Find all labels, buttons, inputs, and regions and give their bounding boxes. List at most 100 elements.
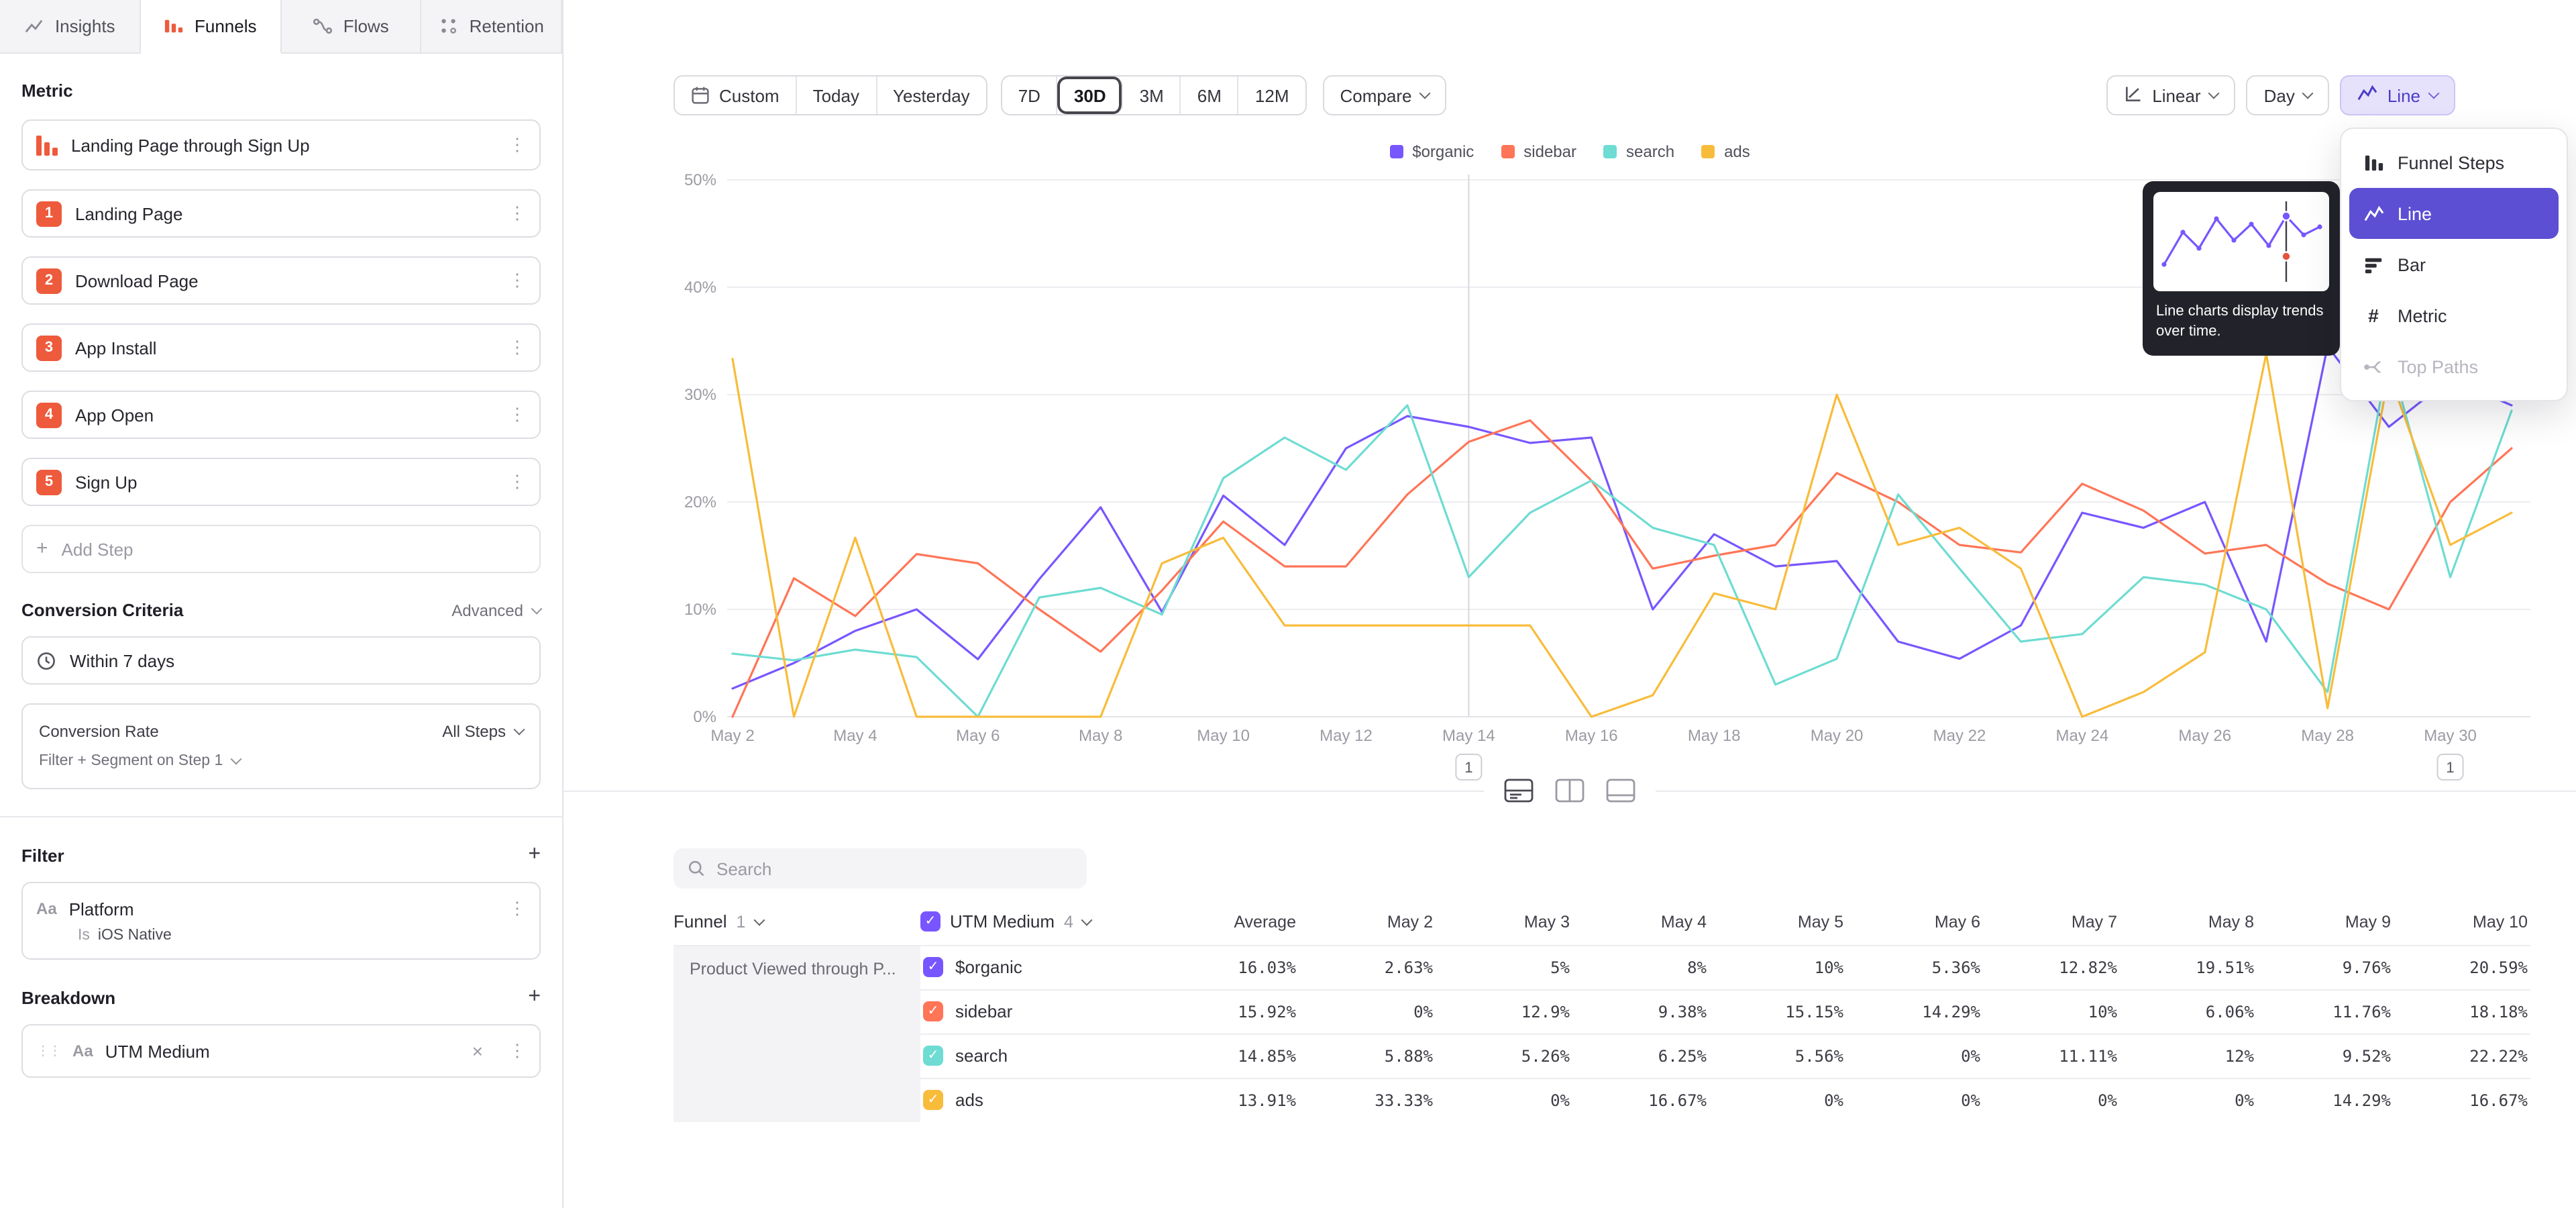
svg-text:10%: 10% xyxy=(684,601,716,619)
tab-retention[interactable]: Retention xyxy=(422,0,563,54)
legend-item-ads[interactable]: ads xyxy=(1701,142,1750,161)
funnel-name-cell[interactable]: Product Viewed through P... xyxy=(674,945,920,1122)
checkbox-checked[interactable] xyxy=(920,912,941,932)
cell-value: 2.63% xyxy=(1299,945,1436,989)
cell-value: 11.76% xyxy=(2257,989,2394,1034)
add-step-button[interactable]: Add Step xyxy=(21,525,541,573)
breakdown-card[interactable]: Aa UTM Medium xyxy=(21,1024,541,1078)
all-steps-dropdown[interactable]: All Steps xyxy=(442,722,523,741)
kebab-menu-icon[interactable] xyxy=(508,898,526,919)
date-picker-group: Custom Today Yesterday xyxy=(674,75,987,115)
yesterday-button[interactable]: Yesterday xyxy=(877,77,986,114)
cell-value: 9.76% xyxy=(2257,945,2394,989)
filter-value[interactable]: iOS Native xyxy=(98,927,172,944)
filter-segment-dropdown[interactable]: Filter + Segment on Step 1 xyxy=(39,753,240,769)
chevron-down-icon xyxy=(531,603,543,614)
cell-value: 33.33% xyxy=(1299,1078,1436,1122)
cell-value: 19.51% xyxy=(2120,945,2257,989)
cell-value: 0% xyxy=(1846,1078,1983,1122)
tab-flows[interactable]: Flows xyxy=(281,0,422,54)
menu-item-line[interactable]: Line xyxy=(2349,188,2559,239)
compare-dropdown[interactable]: Compare xyxy=(1323,75,1447,115)
plus-icon xyxy=(36,537,48,561)
funnel-name: Landing Page through Sign Up xyxy=(71,135,495,155)
scale-dropdown[interactable]: Linear xyxy=(2106,75,2235,115)
range-button-6m[interactable]: 6M xyxy=(1181,77,1239,114)
kebab-menu-icon[interactable] xyxy=(508,1040,526,1062)
funnel-metric-card[interactable]: Landing Page through Sign Up xyxy=(21,119,541,170)
add-filter-button[interactable] xyxy=(528,844,541,866)
close-icon[interactable] xyxy=(472,1040,483,1062)
range-button-30d[interactable]: 30D xyxy=(1058,77,1124,114)
cell-value: 0% xyxy=(1709,1078,1846,1122)
legend-item-sidebar[interactable]: sidebar xyxy=(1501,142,1576,161)
top-tabbar: Insights Funnels Flows Retention xyxy=(0,0,562,54)
kebab-menu-icon[interactable] xyxy=(508,203,526,224)
funnel-step-app-open[interactable]: 4App Open xyxy=(21,391,541,439)
svg-text:May 24: May 24 xyxy=(2056,727,2109,745)
kebab-menu-icon[interactable] xyxy=(508,471,526,493)
series-checkbox[interactable] xyxy=(923,1091,943,1111)
series-checkbox[interactable] xyxy=(923,1001,943,1021)
funnel-step-sign-up[interactable]: 5Sign Up xyxy=(21,458,541,506)
cell-value: 6.06% xyxy=(2120,989,2257,1034)
conversion-criteria-heading: Conversion Criteria xyxy=(21,600,183,620)
flows-icon xyxy=(313,16,333,36)
series-checkbox[interactable] xyxy=(923,957,943,977)
cell-value: 6.25% xyxy=(1572,1034,1709,1078)
menu-item-bar[interactable]: Bar xyxy=(2349,239,2559,290)
menu-item-metric[interactable]: #Metric xyxy=(2349,290,2559,341)
svg-text:May 20: May 20 xyxy=(1811,727,1864,745)
filter-card[interactable]: Aa Platform Is iOS Native xyxy=(21,882,541,960)
funnel-column-header[interactable]: Funnel 1 xyxy=(674,899,920,945)
cell-value: 0% xyxy=(1846,1034,1983,1078)
breakdown-table: Funnel 1 UTM Medium 4 Average xyxy=(674,899,2530,1122)
step-number-badge: 5 xyxy=(36,469,62,495)
legend-swatch xyxy=(1389,145,1403,158)
tab-funnels[interactable]: Funnels xyxy=(141,0,282,54)
chevron-down-icon xyxy=(753,914,765,925)
metric-heading: Metric xyxy=(21,81,541,101)
search-box[interactable] xyxy=(674,848,1087,889)
kebab-menu-icon[interactable] xyxy=(508,134,526,156)
add-breakdown-button[interactable] xyxy=(528,987,541,1008)
funnel-step-download-page[interactable]: 2Download Page xyxy=(21,256,541,305)
chart-type-dropdown[interactable]: Line xyxy=(2341,75,2455,115)
average-value: 14.85% xyxy=(1150,1034,1299,1078)
series-checkbox[interactable] xyxy=(923,1046,943,1066)
search-input[interactable] xyxy=(716,858,1073,878)
today-button[interactable]: Today xyxy=(797,77,877,114)
range-button-3m[interactable]: 3M xyxy=(1124,77,1181,114)
legend-item-search[interactable]: search xyxy=(1603,142,1674,161)
kebab-menu-icon[interactable] xyxy=(508,337,526,358)
breakdown-column-header[interactable]: UTM Medium 4 xyxy=(920,899,1150,945)
side-by-side-layout-icon[interactable] xyxy=(1551,774,1589,807)
table-only-layout-icon[interactable] xyxy=(1602,774,1640,807)
metric-icon: # xyxy=(2363,305,2384,326)
date-column-header: May 8 xyxy=(2120,899,2257,945)
legend-swatch xyxy=(1603,145,1617,158)
range-button-7d[interactable]: 7D xyxy=(1002,77,1058,114)
menu-item-funnel-steps[interactable]: Funnel Steps xyxy=(2349,137,2559,188)
tab-insights[interactable]: Insights xyxy=(0,0,141,54)
advanced-dropdown[interactable]: Advanced xyxy=(451,601,541,619)
conversion-window-card[interactable]: Within 7 days xyxy=(21,636,541,685)
step-label: Landing Page xyxy=(75,203,495,223)
conversion-rate-label: Conversion Rate xyxy=(39,722,159,741)
series-label: sidebar xyxy=(955,1001,1012,1021)
range-button-12m[interactable]: 12M xyxy=(1239,77,1305,114)
layout-toggle-group xyxy=(1484,773,1656,808)
funnel-step-landing-page[interactable]: 1Landing Page xyxy=(21,189,541,238)
svg-text:May 28: May 28 xyxy=(2301,727,2354,745)
interval-dropdown[interactable]: Day xyxy=(2247,75,2330,115)
cell-value: 20.59% xyxy=(2394,945,2530,989)
line-preview-chart xyxy=(2153,192,2329,291)
chart-type-menu: Funnel StepsLineBar#MetricTop Paths xyxy=(2340,128,2568,401)
chart-and-table-layout-icon[interactable] xyxy=(1500,774,1538,807)
legend-item-organic[interactable]: $organic xyxy=(1389,142,1474,161)
kebab-menu-icon[interactable] xyxy=(508,270,526,291)
funnel-step-app-install[interactable]: 3App Install xyxy=(21,323,541,372)
drag-handle-icon[interactable] xyxy=(36,1044,60,1058)
custom-date-button[interactable]: Custom xyxy=(675,77,797,114)
kebab-menu-icon[interactable] xyxy=(508,404,526,425)
